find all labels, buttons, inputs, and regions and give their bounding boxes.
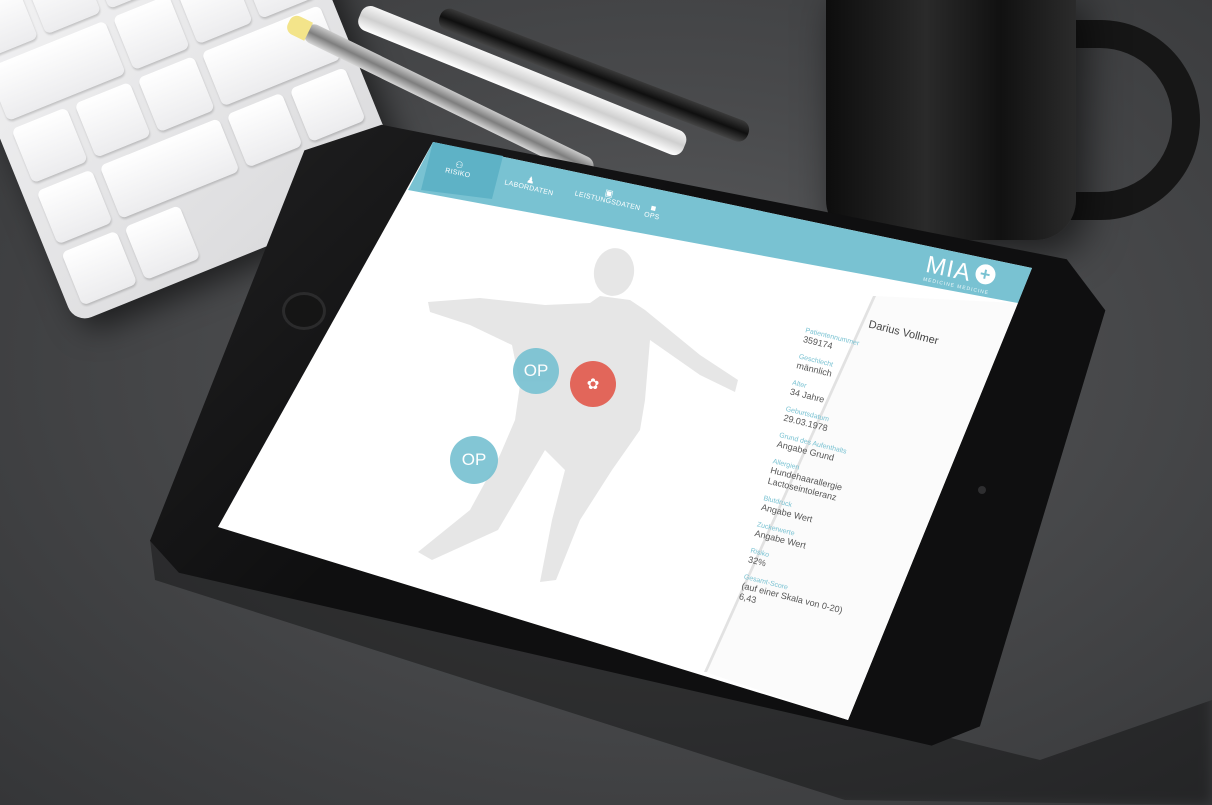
- desk-scene: ⚇ RISIKO ♟ LABORDATEN ▣ LEISTUNGSDATEN ■…: [0, 0, 1212, 805]
- kidney-marker[interactable]: ✿: [570, 361, 616, 407]
- op-marker[interactable]: OP: [513, 348, 559, 394]
- op-marker[interactable]: OP: [450, 436, 498, 484]
- kidney-icon: ✿: [586, 376, 600, 393]
